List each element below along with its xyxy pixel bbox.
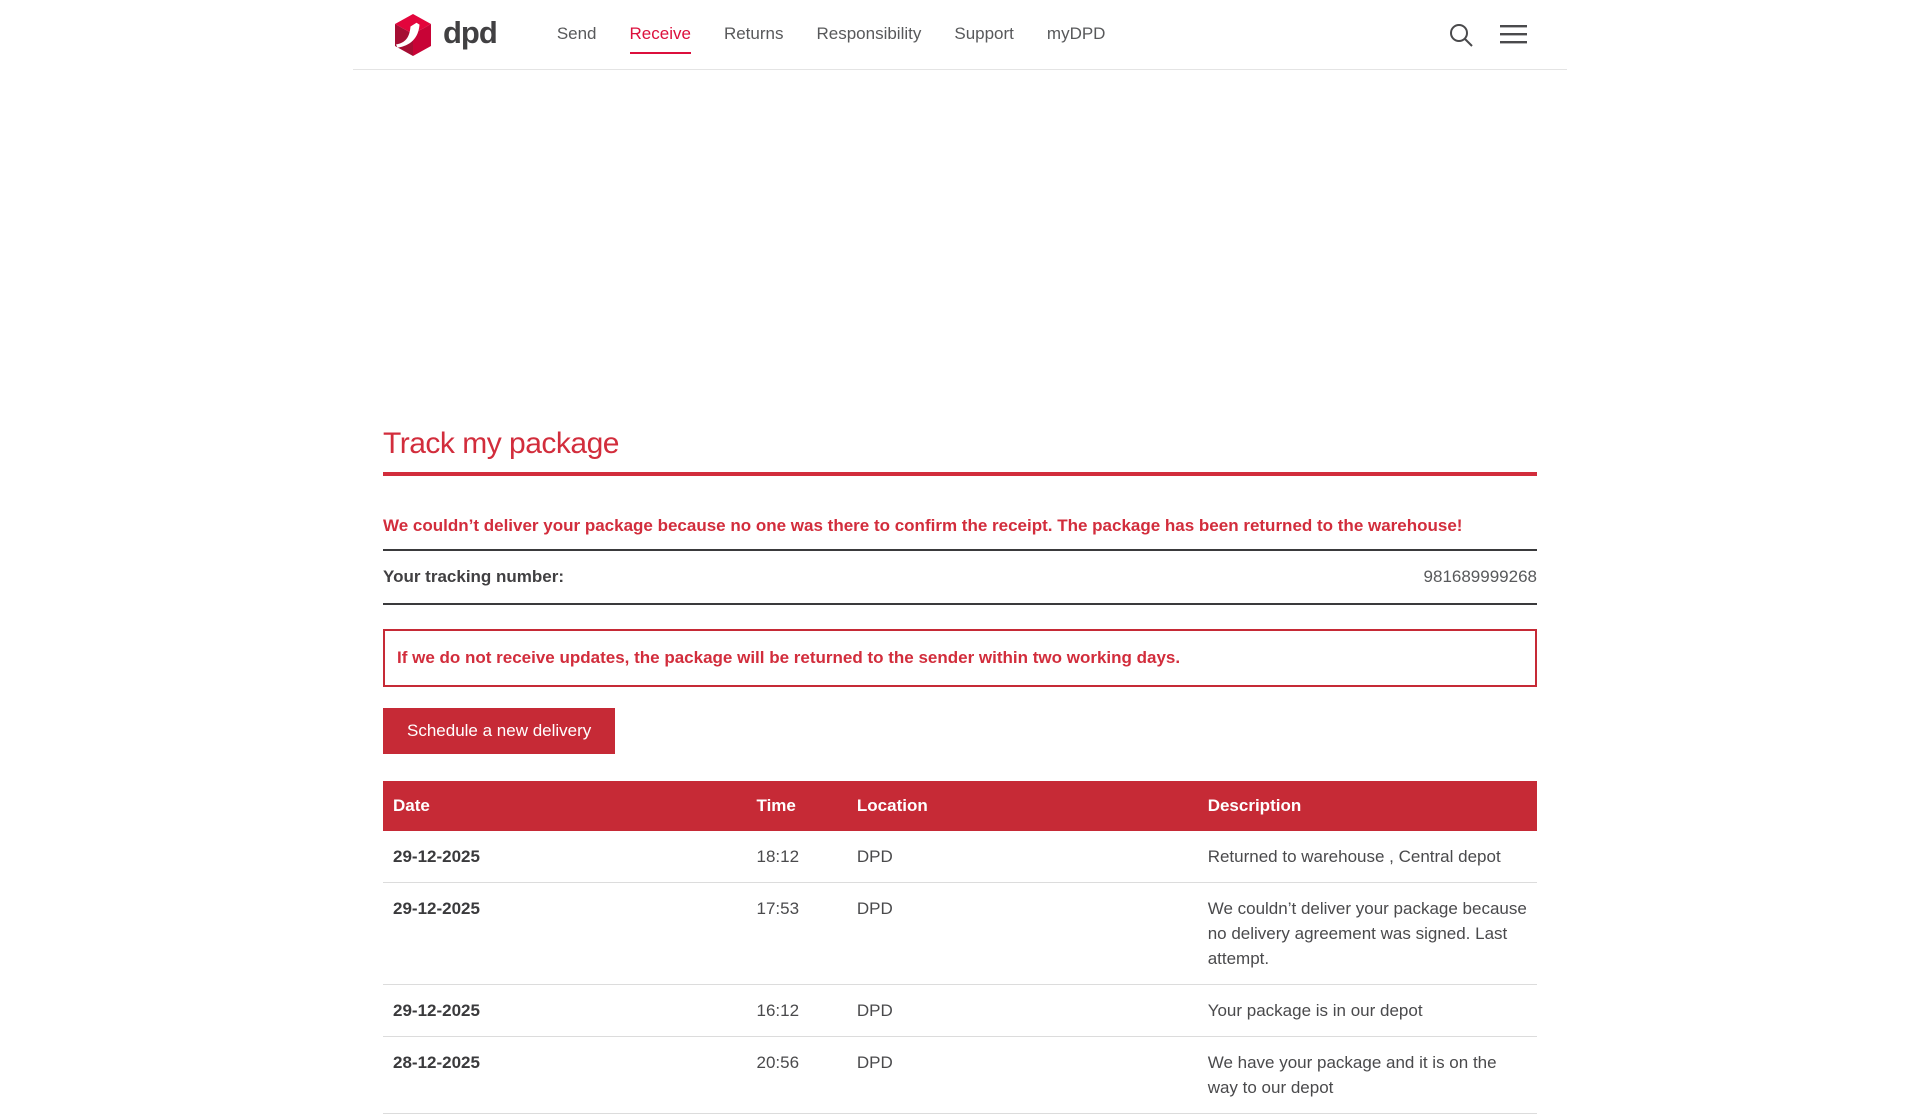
title-underline [383,472,1537,476]
column-header-description: Description [1198,781,1537,831]
nav-item-send[interactable]: Send [557,24,597,54]
dpd-logo-wordmark: dpd [443,17,497,52]
cell-location: DPD [847,984,1198,1036]
page-title: Track my package [383,427,1537,461]
delivery-alert-text: We couldn’t deliver your package because… [383,517,1537,536]
cell-date: 29-12-2025 [383,831,747,883]
cell-date: 29-12-2025 [383,984,747,1036]
main-nav: Send Receive Returns Responsibility Supp… [557,24,1106,46]
tracking-number-label: Your tracking number: [383,567,564,587]
dpd-cube-icon [393,13,433,57]
cell-date: 29-12-2025 [383,882,747,984]
cell-date: 28-12-2025 [383,1036,747,1113]
tracking-history-table: Date Time Location Description 29-12-202… [383,781,1537,1114]
cell-time: 17:53 [747,882,847,984]
schedule-new-delivery-button[interactable]: Schedule a new delivery [383,708,615,754]
site-header: dpd Send Receive Returns Responsibility … [0,0,1920,70]
cell-time: 20:56 [747,1036,847,1113]
table-row: 29-12-2025 17:53 DPD We couldn’t deliver… [383,882,1537,984]
dpd-logo[interactable]: dpd [393,13,497,57]
return-warning-box: If we do not receive updates, the packag… [383,629,1537,687]
page: dpd Send Receive Returns Responsibility … [0,0,1920,1114]
tracking-number-row: Your tracking number: 981689999268 [383,549,1537,605]
nav-item-responsibility[interactable]: Responsibility [816,24,921,54]
cell-description: Your package is in our depot [1198,984,1537,1036]
table-header-row: Date Time Location Description [383,781,1537,831]
column-header-time: Time [747,781,847,831]
nav-item-receive[interactable]: Receive [630,24,691,54]
tracking-number-value: 981689999268 [1424,567,1537,587]
cell-location: DPD [847,882,1198,984]
cell-description: We have your package and it is on the wa… [1198,1036,1537,1113]
table-row: 29-12-2025 16:12 DPD Your package is in … [383,984,1537,1036]
menu-icon[interactable] [1500,25,1527,44]
cell-time: 18:12 [747,831,847,883]
nav-item-returns[interactable]: Returns [724,24,784,54]
cell-location: DPD [847,831,1198,883]
cell-description: We couldn’t deliver your package because… [1198,882,1537,984]
cell-description: Returned to warehouse , Central depot [1198,831,1537,883]
nav-item-support[interactable]: Support [954,24,1014,54]
search-icon[interactable] [1448,22,1474,48]
tracking-content: Track my package We couldn’t deliver you… [383,70,1537,1114]
column-header-location: Location [847,781,1198,831]
table-row: 28-12-2025 20:56 DPD We have your packag… [383,1036,1537,1113]
cell-time: 16:12 [747,984,847,1036]
table-row: 29-12-2025 18:12 DPD Returned to warehou… [383,831,1537,883]
column-header-date: Date [383,781,747,831]
nav-item-mydpd[interactable]: myDPD [1047,24,1106,54]
cell-location: DPD [847,1036,1198,1113]
return-warning-text: If we do not receive updates, the packag… [397,648,1180,667]
